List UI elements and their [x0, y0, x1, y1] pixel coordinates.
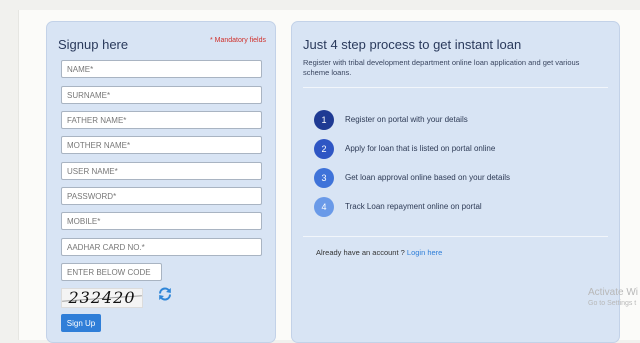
mandatory-note: * Mandatory fields	[209, 37, 266, 44]
login-row: Already have an account ? Login here	[316, 248, 442, 257]
surname-input[interactable]	[61, 86, 262, 104]
step-badge: 3	[314, 168, 334, 188]
step-badge: 2	[314, 139, 334, 159]
login-prompt: Already have an account ?	[316, 248, 405, 257]
aadhar-input[interactable]	[61, 238, 262, 256]
step-text: Register on portal with your details	[345, 115, 468, 124]
divider	[303, 236, 608, 237]
mobile-input[interactable]	[61, 212, 262, 230]
step-badge: 1	[314, 110, 334, 130]
signup-button[interactable]: Sign Up	[61, 314, 101, 332]
refresh-icon[interactable]	[157, 286, 173, 302]
divider	[303, 87, 608, 88]
windows-activation-watermark: Activate Wi Go to Settings t	[588, 287, 638, 307]
password-input[interactable]	[61, 187, 262, 205]
father-name-input[interactable]	[61, 111, 262, 129]
captcha-code-input[interactable]	[61, 263, 162, 281]
login-link[interactable]: Login here	[407, 248, 442, 257]
info-title: Just 4 step process to get instant loan	[303, 37, 522, 52]
signup-title: Signup here	[58, 37, 129, 52]
info-description: Register with tribal development departm…	[303, 58, 580, 77]
signup-panel: Signup here * Mandatory fields 232420 Si…	[46, 21, 276, 343]
mother-name-input[interactable]	[61, 136, 262, 154]
step-text: Apply for loan that is listed on portal …	[345, 144, 496, 153]
watermark-line-1: Activate Wi	[588, 287, 639, 298]
captcha-image: 232420	[61, 288, 143, 308]
name-input[interactable]	[61, 60, 262, 78]
step-badge: 4	[314, 197, 334, 217]
user-name-input[interactable]	[61, 162, 262, 180]
watermark-line-2: Go to Settings t	[588, 300, 637, 307]
info-panel: Just 4 step process to get instant loan …	[291, 21, 620, 343]
step-text: Get loan approval online based on your d…	[345, 173, 510, 182]
step-text: Track Loan repayment online on portal	[345, 202, 482, 211]
